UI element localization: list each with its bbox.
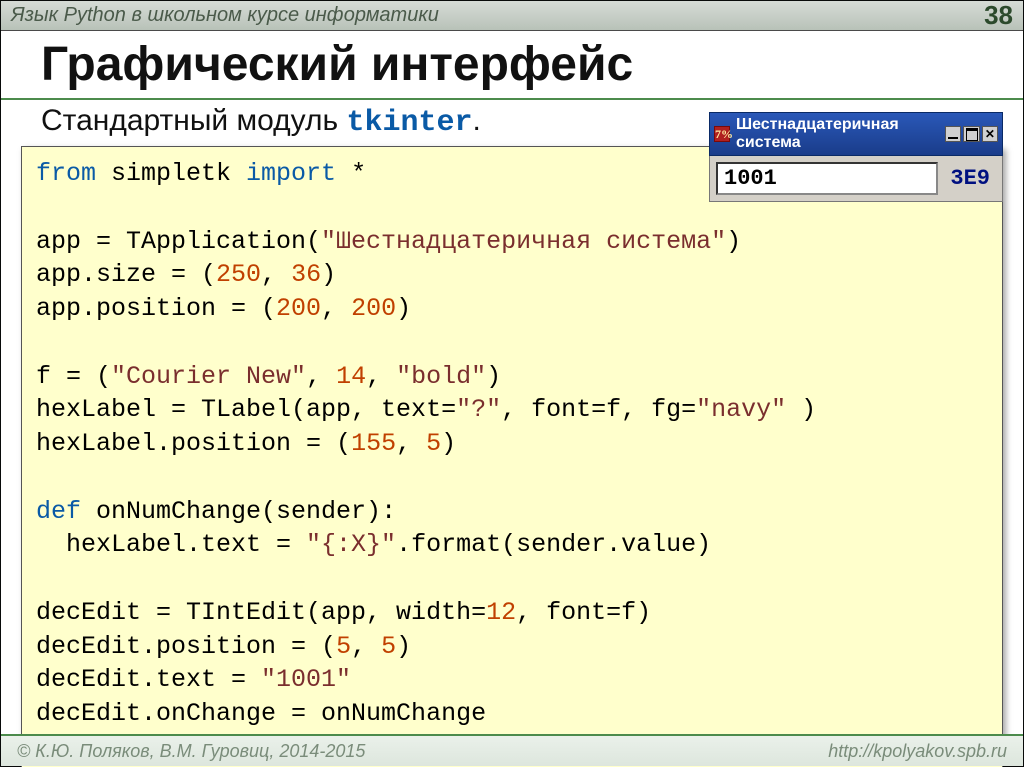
header-course-title: Язык Python в школьном курсе информатики bbox=[11, 4, 439, 27]
header-bar: Язык Python в школьном курсе информатики… bbox=[1, 1, 1023, 31]
code-text: decEdit.onChange = onNumChange bbox=[36, 699, 486, 728]
code-text: .format(sender.value) bbox=[396, 530, 711, 559]
maximize-button[interactable] bbox=[963, 126, 979, 142]
code-text: ) bbox=[441, 429, 456, 458]
code-text: , bbox=[351, 632, 381, 661]
code-number: 5 bbox=[336, 632, 351, 661]
code-block: from simpletk import * app = TApplicatio… bbox=[21, 146, 1003, 767]
code-text: decEdit.position = ( bbox=[36, 632, 336, 661]
page-number: 38 bbox=[984, 0, 1013, 31]
code-text: , bbox=[306, 362, 336, 391]
code-kw-def: def bbox=[36, 497, 81, 526]
code-number: 5 bbox=[426, 429, 441, 458]
code-text: hexLabel.text = bbox=[36, 530, 306, 559]
code-string: "navy" bbox=[696, 395, 786, 424]
code-text: , font=f) bbox=[516, 598, 651, 627]
footer-url: http://kpolyakov.spb.ru bbox=[828, 741, 1007, 762]
code-string: "Courier New" bbox=[111, 362, 306, 391]
code-text: , bbox=[366, 362, 396, 391]
code-number: 36 bbox=[291, 260, 321, 289]
code-text: , bbox=[261, 260, 291, 289]
hex-output: 3E9 bbox=[950, 166, 996, 191]
code-text: , font=f, fg= bbox=[501, 395, 696, 424]
code-text: app.position = ( bbox=[36, 294, 276, 323]
code-text: ) bbox=[396, 632, 411, 661]
footer-credit: © К.Ю. Поляков, В.М. Гуровиц, 2014-2015 bbox=[17, 741, 365, 762]
code-text: decEdit = TIntEdit(app, width= bbox=[36, 598, 486, 627]
code-number: 5 bbox=[381, 632, 396, 661]
tkinter-window: 7% Шестнадцатеричная система 1001 3E9 bbox=[709, 112, 1003, 202]
subtitle-suffix: . bbox=[473, 104, 481, 137]
slide-title: Графический интерфейс bbox=[1, 31, 1023, 100]
code-text: simpletk bbox=[96, 159, 246, 188]
code-text: ) bbox=[726, 227, 741, 256]
code-string: "{:X}" bbox=[306, 530, 396, 559]
subtitle-prefix: Стандартный модуль bbox=[41, 104, 346, 137]
code-text: app.size = ( bbox=[36, 260, 216, 289]
code-number: 155 bbox=[351, 429, 396, 458]
window-body: 1001 3E9 bbox=[709, 156, 1003, 202]
code-string: "1001" bbox=[261, 665, 351, 694]
code-string: "bold" bbox=[396, 362, 486, 391]
code-number: 200 bbox=[351, 294, 396, 323]
code-text: decEdit.text = bbox=[36, 665, 261, 694]
code-text: ) bbox=[786, 395, 816, 424]
code-number: 200 bbox=[276, 294, 321, 323]
code-text: app = TApplication( bbox=[36, 227, 321, 256]
code-text: * bbox=[336, 159, 366, 188]
code-kw-from: from bbox=[36, 159, 96, 188]
code-number: 250 bbox=[216, 260, 261, 289]
code-string: "Шестнадцатеричная система" bbox=[321, 227, 726, 256]
window-title: Шестнадцатеричная система bbox=[736, 116, 943, 152]
code-text: , bbox=[396, 429, 426, 458]
code-kw-import: import bbox=[246, 159, 336, 188]
window-titlebar[interactable]: 7% Шестнадцатеричная система bbox=[709, 112, 1003, 156]
code-string: "?" bbox=[456, 395, 501, 424]
code-text: hexLabel = TLabel(app, text= bbox=[36, 395, 456, 424]
tk-icon: 7% bbox=[714, 126, 730, 142]
code-text: onNumChange(sender): bbox=[81, 497, 396, 526]
code-text: f = ( bbox=[36, 362, 111, 391]
footer-bar: © К.Ю. Поляков, В.М. Гуровиц, 2014-2015 … bbox=[1, 734, 1023, 766]
code-number: 14 bbox=[336, 362, 366, 391]
code-text: hexLabel.position = ( bbox=[36, 429, 351, 458]
code-text: , bbox=[321, 294, 351, 323]
code-text: ) bbox=[486, 362, 501, 391]
code-number: 12 bbox=[486, 598, 516, 627]
code-text: ) bbox=[396, 294, 411, 323]
decimal-input[interactable]: 1001 bbox=[716, 162, 938, 195]
minimize-button[interactable] bbox=[945, 126, 961, 142]
subtitle-module: tkinter bbox=[346, 106, 472, 140]
close-button[interactable] bbox=[982, 126, 998, 142]
code-text: ) bbox=[321, 260, 336, 289]
